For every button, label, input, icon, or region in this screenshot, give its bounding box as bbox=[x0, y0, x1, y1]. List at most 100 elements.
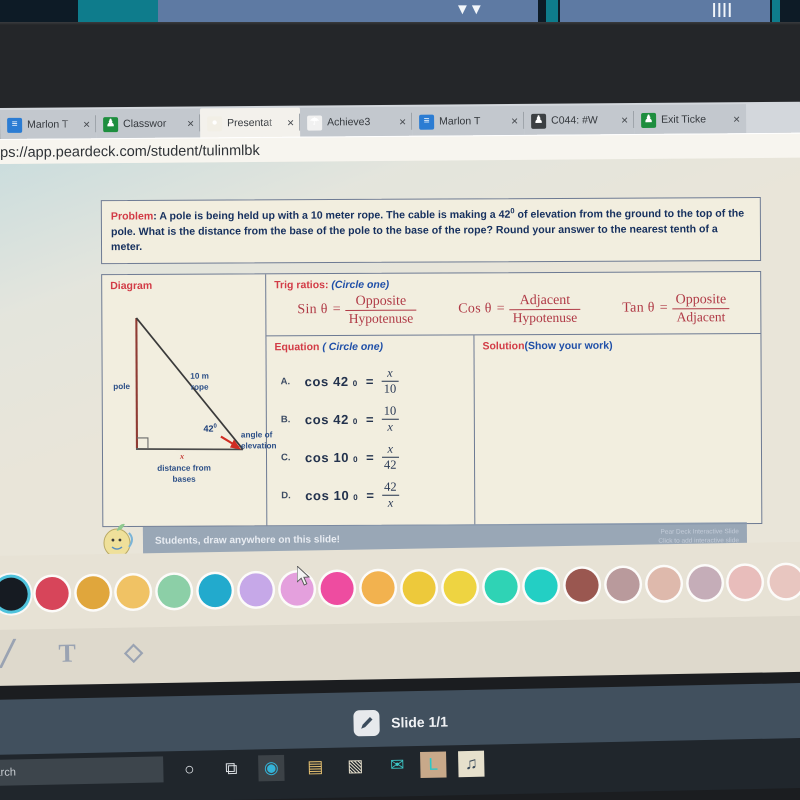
color-swatch-18[interactable] bbox=[728, 565, 763, 600]
cortana-icon[interactable]: ○ bbox=[176, 757, 203, 784]
peardeck-icon: ● bbox=[207, 115, 223, 131]
tab-title: Presentat bbox=[227, 116, 273, 130]
classroom-icon: ♟ bbox=[641, 112, 657, 128]
tab-close-icon[interactable]: × bbox=[509, 114, 520, 128]
solution-heading: Solution(Show your work) bbox=[482, 339, 613, 353]
color-swatch-6[interactable] bbox=[239, 573, 273, 607]
color-swatch-11[interactable] bbox=[443, 570, 477, 605]
color-swatch-14[interactable] bbox=[565, 568, 600, 602]
choice-function: cos 10 bbox=[304, 450, 350, 466]
ratio-function: Sin θ bbox=[297, 302, 328, 318]
color-swatch-17[interactable] bbox=[687, 566, 722, 600]
trig-ratio-1[interactable]: Cos θ = Adjacent Hypotenuse bbox=[458, 292, 581, 326]
color-swatch-1[interactable] bbox=[35, 576, 69, 611]
worksheet: Problem: A pole is being held up with a … bbox=[100, 197, 763, 527]
browser-tab-2[interactable]: ● Presentat × bbox=[200, 107, 301, 139]
choice-expression: cos 42 0 bbox=[305, 374, 358, 389]
problem-box: Problem: A pole is being held up with a … bbox=[100, 197, 762, 264]
choice-denominator: 10 bbox=[383, 382, 397, 397]
color-swatch-0[interactable] bbox=[0, 577, 28, 611]
docs-icon: ≡ bbox=[7, 117, 23, 133]
ratio-equals: = bbox=[659, 300, 668, 316]
equation-choice-a[interactable]: A. cos 42 0 = x 10 bbox=[267, 362, 474, 401]
ratio-fraction: Adjacent Hypotenuse bbox=[509, 292, 581, 325]
tab-title: Marlon T bbox=[439, 115, 481, 128]
problem-text-1: : A pole is being held up with a 10 mete… bbox=[153, 208, 511, 223]
rope-label-line2: rope bbox=[190, 382, 209, 392]
marker-icon[interactable] bbox=[352, 709, 380, 737]
ratio-function: Tan θ bbox=[622, 300, 655, 316]
choice-numerator: 10 bbox=[383, 403, 397, 418]
microsoft-store-icon[interactable]: ▧ bbox=[342, 753, 369, 780]
taskbar-search-box[interactable]: earch bbox=[0, 756, 164, 787]
bg-bars-icon: |||| bbox=[712, 1, 733, 18]
trig-heading: Trig ratios: (Circle one) bbox=[274, 278, 390, 291]
equation-choice-list: A. cos 42 0 = x 10 B. cos 42 0 = 10 x C. cos 10 0 = x 42 D… bbox=[267, 354, 475, 525]
worksheet-right-column: Trig ratios: (Circle one) Sin θ = Opposite… bbox=[266, 271, 761, 526]
pen-tool-icon[interactable]: ╱ bbox=[0, 640, 15, 669]
app-media-icon[interactable]: ♫ bbox=[458, 750, 485, 778]
ratio-numerator: Opposite bbox=[355, 293, 407, 309]
slide-page: Problem: A pole is being held up with a … bbox=[0, 157, 800, 564]
tab-close-icon[interactable]: × bbox=[731, 112, 742, 126]
equation-choice-b[interactable]: B. cos 42 0 = 10 x bbox=[267, 400, 474, 439]
browser-tab-4[interactable]: ≡ Marlon T × bbox=[412, 105, 525, 137]
trig-ratio-0[interactable]: Sin θ = Opposite Hypotenuse bbox=[297, 293, 417, 327]
tab-title: Marlon T bbox=[27, 118, 69, 131]
achieve-icon: ☂ bbox=[307, 114, 323, 131]
ratio-fraction: Opposite Hypotenuse bbox=[345, 293, 417, 326]
color-swatch-15[interactable] bbox=[606, 567, 640, 602]
tab-close-icon[interactable]: × bbox=[397, 115, 408, 129]
tab-title: Classwor bbox=[123, 117, 167, 131]
trig-ratio-2[interactable]: Tan θ = Opposite Adjacent bbox=[622, 292, 730, 326]
equation-choice-c[interactable]: C. cos 10 0 = x 42 bbox=[267, 438, 474, 477]
elevation-label: elevation bbox=[240, 440, 277, 451]
ratio-function: Cos θ bbox=[458, 301, 492, 317]
color-swatch-10[interactable] bbox=[402, 571, 436, 605]
docs-icon: ≡ bbox=[419, 114, 435, 130]
choice-degree: 0 bbox=[352, 379, 358, 389]
edge-icon[interactable]: ◉ bbox=[258, 754, 285, 782]
tab-close-icon[interactable]: × bbox=[619, 113, 630, 127]
file-explorer-icon[interactable]: ▤ bbox=[302, 754, 329, 781]
pole-label: pole bbox=[113, 381, 131, 391]
browser-tab-6[interactable]: ♟ Exit Ticke × bbox=[633, 104, 747, 136]
ratio-fraction: Opposite Adjacent bbox=[672, 292, 730, 325]
color-swatch-5[interactable] bbox=[198, 573, 232, 608]
color-swatch-12[interactable] bbox=[483, 569, 518, 604]
text-tool-icon[interactable]: T bbox=[58, 639, 76, 669]
mail-icon[interactable]: ✉ bbox=[384, 752, 411, 779]
color-swatch-19[interactable] bbox=[769, 564, 800, 599]
tab-close-icon[interactable]: × bbox=[81, 117, 92, 131]
choice-letter: D. bbox=[281, 490, 291, 502]
color-swatch-13[interactable] bbox=[524, 569, 559, 603]
choice-degree: 0 bbox=[353, 455, 359, 465]
color-swatch-8[interactable] bbox=[320, 571, 355, 606]
choice-degree: 0 bbox=[353, 493, 359, 503]
task-view-icon[interactable]: ⧉ bbox=[218, 756, 245, 783]
color-swatch-2[interactable] bbox=[75, 575, 110, 610]
diagram-heading: Diagram bbox=[110, 279, 153, 292]
color-swatch-9[interactable] bbox=[361, 570, 396, 605]
choice-denominator: x bbox=[387, 496, 394, 511]
choice-function: cos 10 bbox=[305, 488, 350, 504]
color-swatch-16[interactable] bbox=[647, 566, 681, 601]
browser-tab-1[interactable]: ♟ Classwor × bbox=[96, 108, 201, 140]
tab-close-icon[interactable]: × bbox=[285, 116, 296, 130]
color-swatch-4[interactable] bbox=[157, 574, 192, 609]
worksheet-grid: Diagram pole 10 m rope 420 angle of elev… bbox=[101, 270, 763, 527]
browser-tab-3[interactable]: ☂ Achieve3 × bbox=[300, 106, 413, 138]
choice-letter: A. bbox=[280, 376, 291, 388]
choice-numerator: x bbox=[387, 441, 394, 456]
tab-close-icon[interactable]: × bbox=[185, 116, 196, 130]
solution-cell[interactable]: Solution(Show your work) bbox=[474, 334, 761, 524]
browser-tab-5[interactable]: ♟ C044: #W × bbox=[523, 105, 635, 136]
browser-tab-0[interactable]: ≡ Marlon T × bbox=[0, 109, 97, 140]
eraser-tool-icon[interactable]: ◇ bbox=[124, 637, 143, 666]
equation-choice-d[interactable]: D. cos 10 0 = 42 x bbox=[267, 476, 474, 515]
choice-equals: = bbox=[366, 450, 374, 466]
search-placeholder: earch bbox=[0, 766, 17, 780]
screen-photo: ▼▼ |||| ≡ Marlon T × ♟ Classwor × ● Presentat × ☂… bbox=[0, 0, 800, 800]
color-swatch-3[interactable] bbox=[116, 575, 151, 609]
app-l-icon[interactable]: L bbox=[420, 751, 447, 778]
